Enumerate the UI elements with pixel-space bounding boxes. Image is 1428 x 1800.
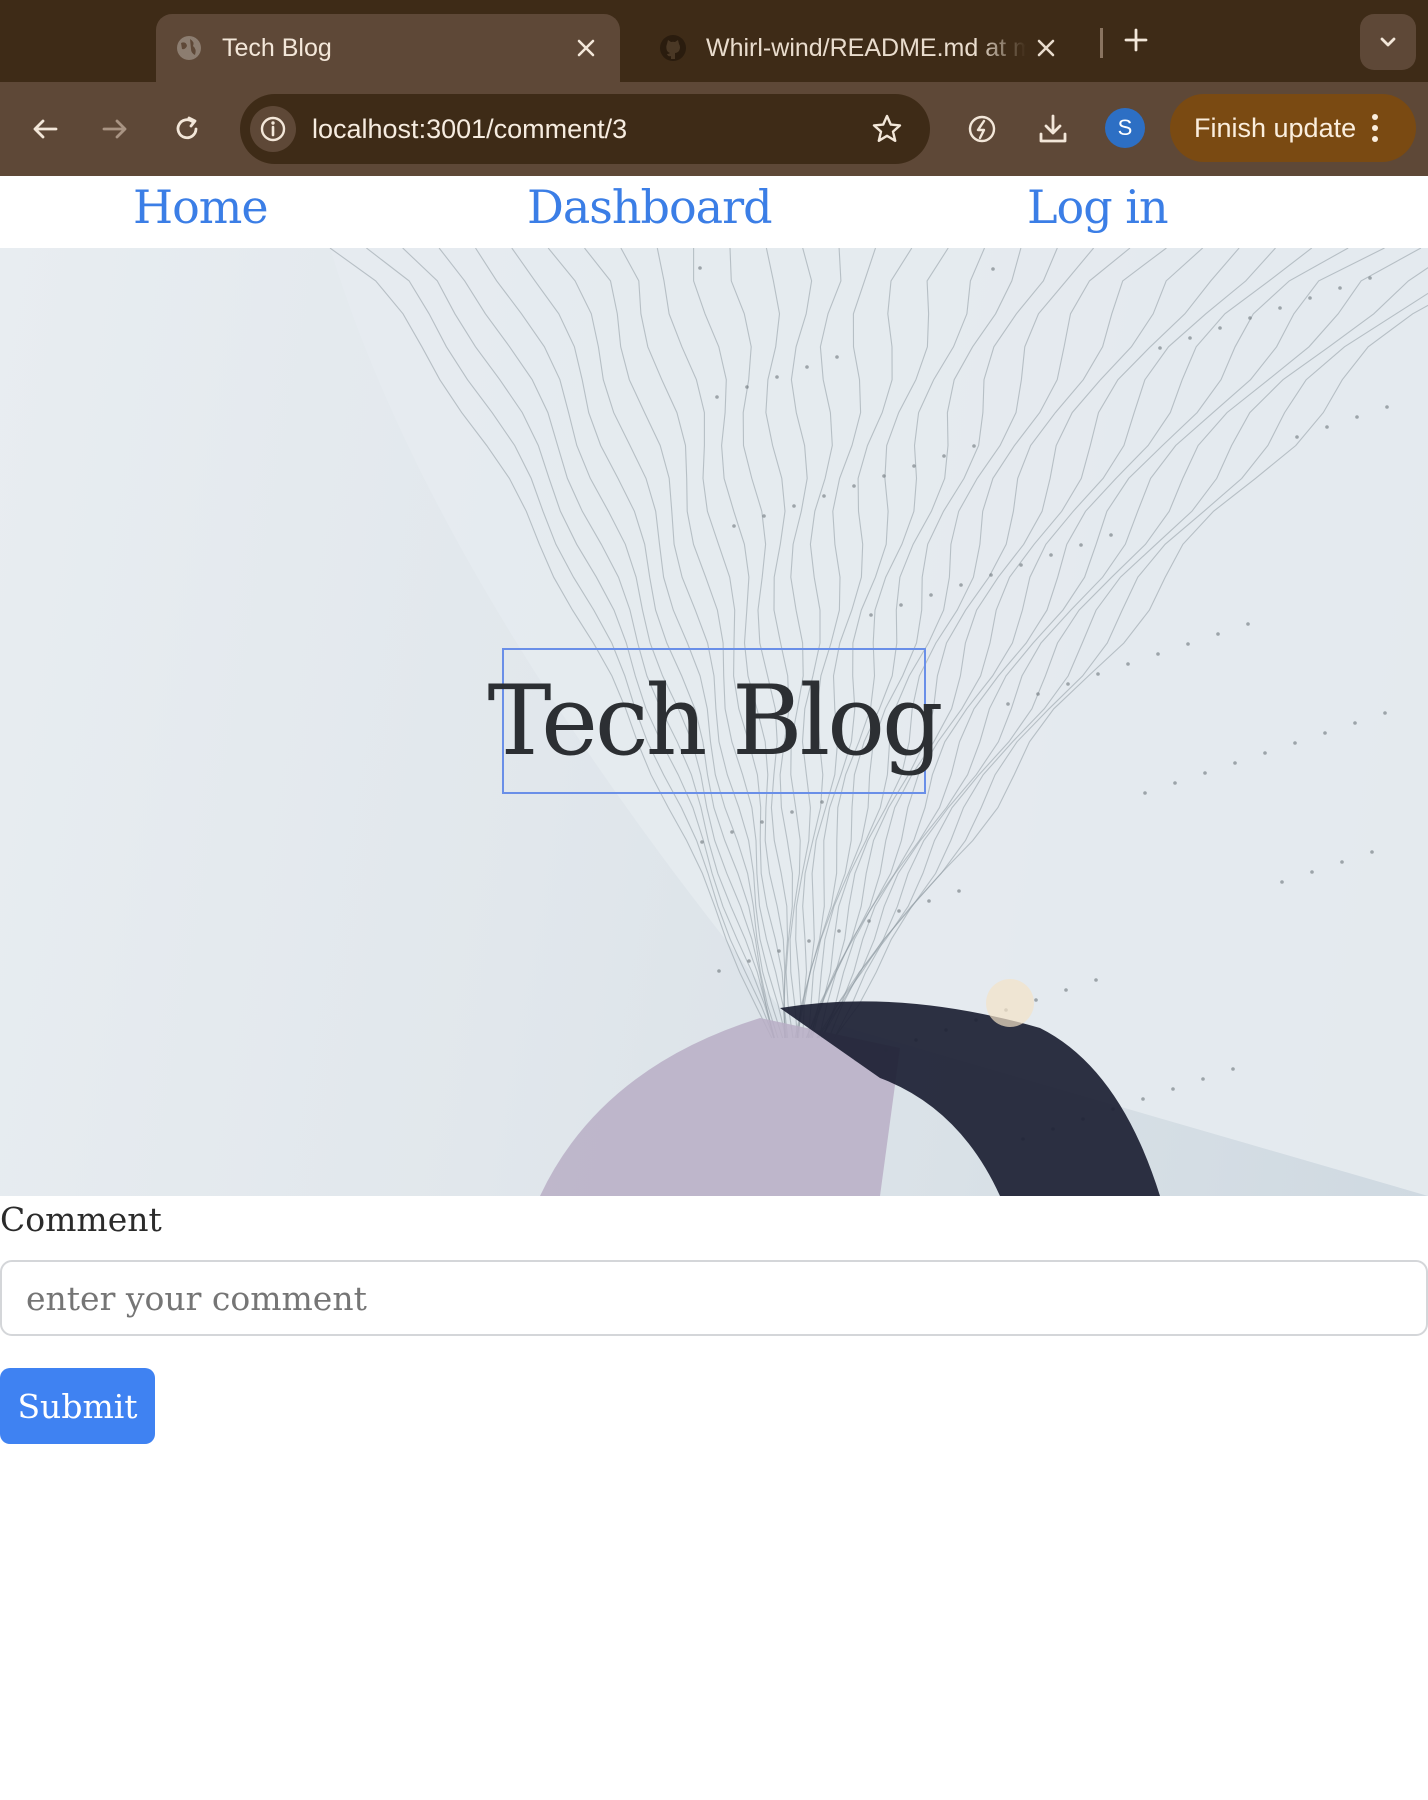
globe-icon bbox=[174, 33, 204, 63]
tab-title: Whirl-wind/README.md at main bbox=[706, 33, 1026, 62]
site-info-icon[interactable] bbox=[250, 106, 296, 152]
download-icon[interactable] bbox=[1028, 104, 1078, 154]
nav-link-login[interactable]: Log in bbox=[1027, 180, 1169, 234]
kebab-menu-icon[interactable] bbox=[1372, 114, 1379, 142]
profile-avatar[interactable]: S bbox=[1105, 108, 1145, 148]
tab-search-chevron-down-icon[interactable] bbox=[1360, 14, 1416, 70]
close-tab-icon[interactable] bbox=[1026, 28, 1066, 68]
finish-update-label: Finish update bbox=[1194, 112, 1357, 143]
address-bar[interactable]: localhost:3001/comment/3 bbox=[240, 94, 930, 164]
browser-tab-inactive[interactable]: Whirl-wind/README.md at main bbox=[640, 14, 1080, 82]
new-tab-plus-icon[interactable] bbox=[1116, 18, 1156, 62]
nav-link-home[interactable]: Home bbox=[133, 180, 269, 234]
browser-tabstrip: Tech Blog Whirl-wind/README.md at main bbox=[0, 0, 1428, 82]
nav-link-dashboard[interactable]: Dashboard bbox=[527, 180, 773, 234]
close-tab-icon[interactable] bbox=[566, 28, 606, 68]
submit-button[interactable]: Submit bbox=[0, 1368, 155, 1444]
hero-title: Tech Blog bbox=[488, 648, 944, 794]
browser-tab-active[interactable]: Tech Blog bbox=[156, 14, 620, 82]
tab-title: Tech Blog bbox=[222, 33, 332, 62]
reload-icon[interactable] bbox=[162, 104, 212, 154]
forward-arrow-icon[interactable] bbox=[90, 104, 140, 154]
url-text: localhost:3001/comment/3 bbox=[312, 113, 628, 144]
performance-leaf-icon[interactable] bbox=[957, 104, 1007, 154]
back-arrow-icon[interactable] bbox=[20, 104, 70, 154]
hero-banner: Tech Blog bbox=[0, 248, 1428, 1196]
comment-label: Comment bbox=[0, 1200, 162, 1239]
tab-divider bbox=[1100, 28, 1103, 58]
github-icon bbox=[658, 33, 688, 63]
bookmark-star-icon[interactable] bbox=[862, 104, 912, 154]
site-navbar: Home Dashboard Log in bbox=[0, 176, 1428, 248]
comment-input[interactable] bbox=[0, 1260, 1428, 1336]
finish-update-button[interactable]: Finish update bbox=[1170, 94, 1416, 162]
